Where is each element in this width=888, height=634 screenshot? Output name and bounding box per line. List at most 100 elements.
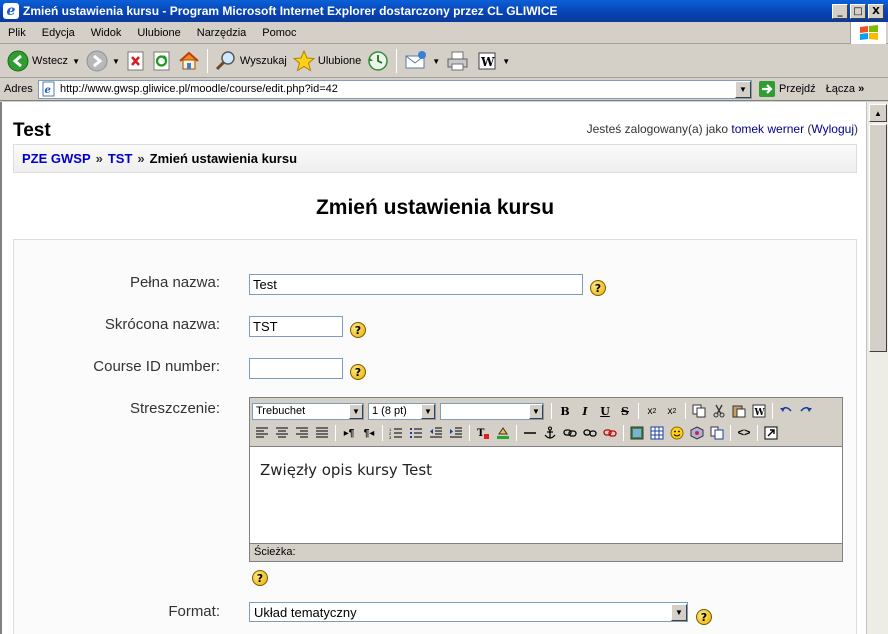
mail-icon [405, 51, 427, 69]
scroll-up-icon[interactable]: ▲ [869, 104, 887, 122]
editor-toolbar-top: Trebuchet ▼ 1 (8 pt) ▼ ▼ B I U S x2 x2 W [250, 400, 842, 422]
font-size-select[interactable]: 1 (8 pt) ▼ [368, 402, 436, 420]
undo-icon[interactable] [776, 402, 796, 421]
copy-icon[interactable] [689, 402, 709, 421]
help-icon[interactable]: ? [252, 570, 268, 586]
stop-button[interactable] [123, 47, 149, 75]
shortname-input[interactable] [249, 316, 343, 337]
breadcrumb-site[interactable]: PZE GWSP [22, 151, 91, 166]
help-icon[interactable]: ? [590, 280, 606, 296]
italic-icon[interactable]: I [575, 402, 595, 421]
redo-icon[interactable] [796, 402, 816, 421]
nolink-icon[interactable] [600, 424, 620, 443]
search-button[interactable]: Wyszukaj [212, 47, 290, 75]
rtl-icon[interactable]: ¶◂ [359, 424, 379, 443]
ie-logo-icon: e [3, 3, 19, 19]
forward-button[interactable]: ▼ [83, 47, 123, 75]
insert-image-icon[interactable] [627, 424, 647, 443]
chevron-down-icon[interactable]: ▼ [432, 57, 440, 66]
subscript-icon[interactable]: x2 [642, 402, 662, 421]
font-select[interactable]: Trebuchet ▼ [252, 402, 364, 420]
chevron-down-icon[interactable]: ▼ [502, 57, 510, 66]
favorites-button[interactable]: Ulubione [290, 47, 364, 75]
unordered-list-icon[interactable] [406, 424, 426, 443]
breadcrumb-separator: » [137, 151, 145, 166]
minimize-button[interactable]: _ [832, 3, 848, 19]
help-icon[interactable]: ? [350, 364, 366, 380]
address-input[interactable] [57, 81, 735, 97]
address-field[interactable]: e ▼ [38, 79, 752, 99]
address-label: Adres [4, 83, 33, 95]
logout-link[interactable]: Wyloguj [811, 122, 854, 136]
user-profile-link[interactable]: tomek werner [731, 122, 804, 136]
home-icon [179, 51, 199, 70]
align-left-icon[interactable] [252, 424, 272, 443]
unlink-icon[interactable] [580, 424, 600, 443]
chevron-down-icon[interactable]: ▼ [112, 57, 120, 66]
paste-icon[interactable] [729, 402, 749, 421]
menu-file[interactable]: Plik [0, 27, 34, 39]
insert-table-icon[interactable] [647, 424, 667, 443]
svg-text:e: e [45, 85, 51, 96]
align-center-icon[interactable] [272, 424, 292, 443]
justify-icon[interactable] [312, 424, 332, 443]
menu-favorites[interactable]: Ulubione [129, 27, 188, 39]
menu-edit[interactable]: Edycja [34, 27, 83, 39]
bold-icon[interactable]: B [555, 402, 575, 421]
search-replace-icon[interactable] [707, 424, 727, 443]
idnumber-input[interactable] [249, 358, 343, 379]
ltr-icon[interactable]: ▸¶ [339, 424, 359, 443]
go-arrow-icon [759, 81, 775, 97]
anchor-icon[interactable] [540, 424, 560, 443]
close-button[interactable]: X [868, 3, 884, 19]
search-icon [215, 51, 235, 71]
history-button[interactable] [364, 47, 392, 75]
links-button[interactable]: Łącza » [826, 83, 865, 95]
text-color-icon[interactable]: T [473, 424, 493, 443]
maximize-button[interactable]: □ [850, 3, 866, 19]
align-right-icon[interactable] [292, 424, 312, 443]
menu-help[interactable]: Pomoc [254, 27, 304, 39]
address-dropdown-arrow[interactable]: ▼ [735, 80, 751, 98]
help-icon[interactable]: ? [350, 322, 366, 338]
scrollbar-thumb[interactable] [869, 124, 887, 352]
horizontal-rule-icon[interactable] [520, 424, 540, 443]
paste-word-icon[interactable]: W [749, 402, 769, 421]
window-title-bar: e Zmień ustawienia kursu - Program Micro… [0, 0, 888, 22]
chevron-down-icon[interactable]: ▼ [72, 57, 80, 66]
background-color-icon[interactable] [493, 424, 513, 443]
paragraph-style-select[interactable]: ▼ [440, 402, 544, 420]
svg-text:T: T [477, 428, 485, 439]
breadcrumb-course[interactable]: TST [108, 151, 133, 166]
underline-icon[interactable]: U [595, 402, 615, 421]
format-select[interactable]: Układ tematyczny ▼ [249, 602, 688, 622]
menu-view[interactable]: Widok [83, 27, 130, 39]
toolbar-separator [206, 49, 208, 73]
fullname-input[interactable] [249, 274, 583, 295]
edit-word-button[interactable]: W ▼ [473, 47, 513, 75]
summary-editor-area[interactable]: Zwięzły opis kursy Test [250, 446, 842, 543]
cut-icon[interactable] [709, 402, 729, 421]
vertical-scrollbar[interactable]: ▲ [866, 102, 888, 634]
special-char-icon[interactable] [687, 424, 707, 443]
outdent-icon[interactable] [426, 424, 446, 443]
ordered-list-icon[interactable]: 123 [386, 424, 406, 443]
superscript-icon[interactable]: x2 [662, 402, 682, 421]
print-button[interactable] [443, 47, 473, 75]
back-button[interactable]: Wstecz ▼ [4, 47, 83, 75]
menu-tools[interactable]: Narzędzia [189, 27, 255, 39]
mail-button[interactable]: ▼ [401, 47, 443, 75]
help-icon[interactable]: ? [696, 609, 712, 625]
chevron-down-icon[interactable]: ▼ [671, 603, 687, 621]
strikethrough-icon[interactable]: S [615, 402, 635, 421]
html-source-icon[interactable]: <> [734, 424, 754, 443]
fullscreen-icon[interactable] [761, 424, 781, 443]
chevron-down-icon: ▼ [529, 403, 543, 419]
indent-icon[interactable] [446, 424, 466, 443]
go-button[interactable]: Przejdź [758, 80, 816, 98]
address-bar: Adres e ▼ Przejdź Łącza » [0, 78, 888, 101]
smiley-icon[interactable] [667, 424, 687, 443]
refresh-button[interactable] [149, 47, 175, 75]
link-icon[interactable] [560, 424, 580, 443]
home-button[interactable] [175, 47, 203, 75]
